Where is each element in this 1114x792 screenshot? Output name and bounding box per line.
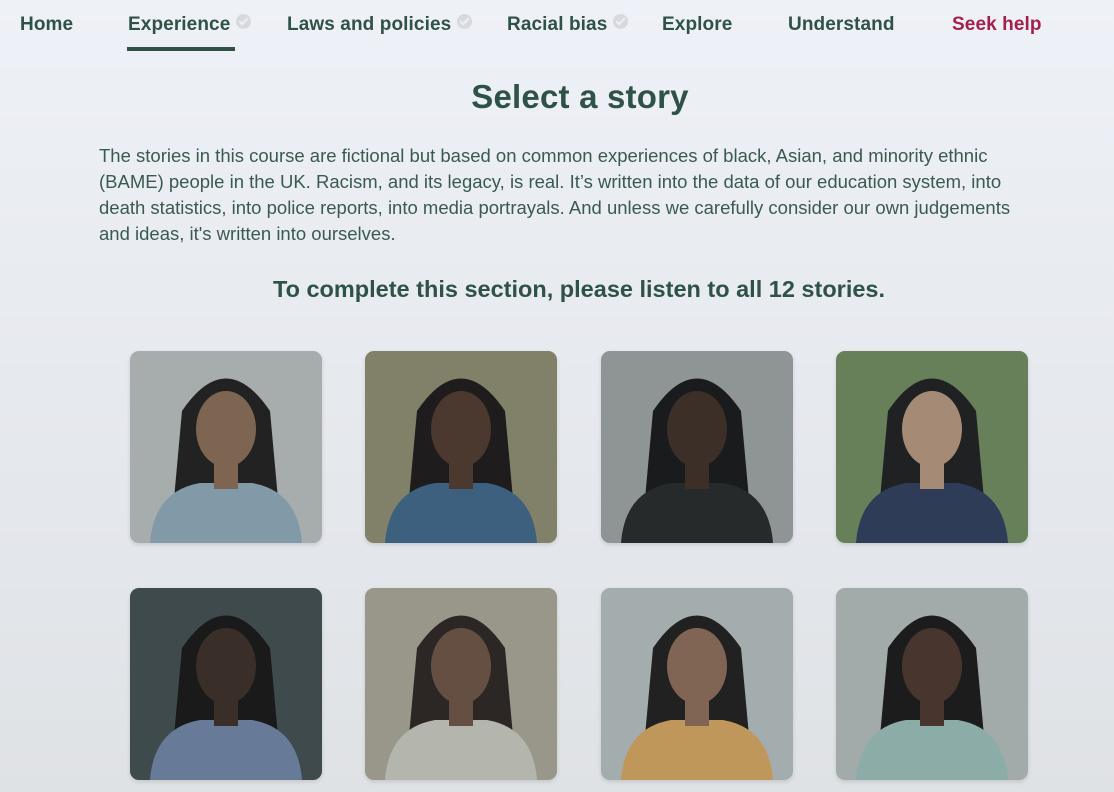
active-tab-indicator bbox=[127, 47, 235, 51]
portrait-image bbox=[130, 588, 322, 780]
nav-seek-help-label: Seek help bbox=[952, 14, 1042, 35]
nav-racial-bias-label: Racial bias bbox=[507, 14, 608, 35]
portrait-image bbox=[365, 351, 557, 543]
nav-understand-label: Understand bbox=[788, 14, 895, 35]
nav-experience[interactable]: Experience bbox=[127, 14, 252, 51]
nav-explore[interactable]: Explore bbox=[662, 14, 732, 36]
story-portrait-8[interactable] bbox=[836, 588, 1028, 780]
story-portrait-3[interactable] bbox=[601, 351, 793, 543]
completed-check-icon bbox=[613, 14, 629, 29]
portrait-image bbox=[601, 351, 793, 543]
portrait-image bbox=[601, 588, 793, 780]
story-portrait-6[interactable] bbox=[365, 588, 557, 780]
portrait-image bbox=[365, 588, 557, 780]
top-navigation: Home Experience Laws and policies Racial… bbox=[0, 0, 1114, 52]
story-portrait-2[interactable] bbox=[365, 351, 557, 543]
nav-laws-and-policies[interactable]: Laws and policies bbox=[287, 14, 473, 36]
nav-home[interactable]: Home bbox=[20, 14, 73, 36]
nav-racial-bias[interactable]: Racial bias bbox=[507, 14, 629, 36]
nav-seek-help[interactable]: Seek help bbox=[952, 14, 1042, 36]
completed-check-icon bbox=[236, 14, 252, 29]
story-portrait-7[interactable] bbox=[601, 588, 793, 780]
story-portrait-1[interactable] bbox=[130, 351, 322, 543]
page-title: Select a story bbox=[471, 78, 689, 115]
nav-explore-label: Explore bbox=[662, 14, 733, 35]
portrait-image bbox=[130, 351, 322, 543]
completed-check-icon bbox=[457, 14, 473, 29]
completion-instruction: To complete this section, please listen … bbox=[272, 276, 886, 302]
nav-laws-label: Laws and policies bbox=[287, 14, 452, 35]
portrait-image bbox=[836, 351, 1028, 543]
story-portrait-5[interactable] bbox=[130, 588, 322, 780]
nav-experience-label: Experience bbox=[128, 14, 231, 35]
story-portrait-4[interactable] bbox=[836, 351, 1028, 543]
nav-home-label: Home bbox=[20, 14, 74, 35]
portrait-image bbox=[836, 588, 1028, 780]
intro-paragraph: The stories in this course are fictional… bbox=[99, 145, 1011, 244]
nav-understand[interactable]: Understand bbox=[788, 14, 895, 36]
